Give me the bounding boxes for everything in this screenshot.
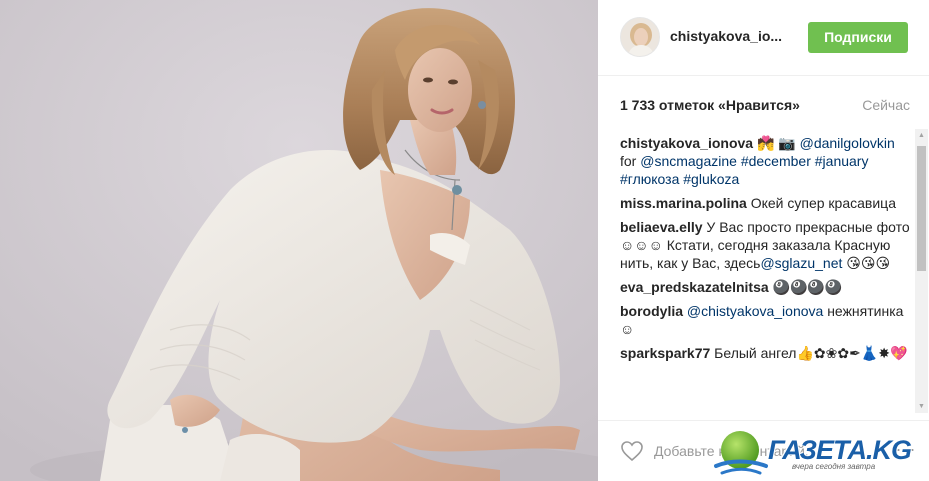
comment-item: beliaeva.elly У Вас просто прекрасные фо…: [620, 218, 910, 272]
comment-link[interactable]: #glukoza: [683, 171, 739, 187]
watermark-globe-icon: [714, 431, 768, 475]
watermark-tagline: вчера сегодня завтра: [792, 462, 876, 471]
likes-row: 1 733 отметок «Нравится» Сейчас: [620, 97, 910, 115]
comment-username[interactable]: borodylia: [620, 303, 683, 319]
avatar-image: [621, 18, 659, 56]
comment-text: 🎱🎱🎱🎱: [768, 279, 843, 295]
comment-username[interactable]: chistyakova_ionova: [620, 135, 753, 151]
username[interactable]: chistyakova_io...: [670, 28, 782, 44]
avatar[interactable]: [620, 17, 660, 57]
comment-link[interactable]: #глюкоза: [620, 171, 679, 187]
comment-item: borodylia @chistyakova_ionova нежнятинка…: [620, 302, 910, 338]
comment-username[interactable]: eva_predskazatelnitsa: [620, 279, 769, 295]
comment-link[interactable]: #december: [741, 153, 811, 169]
comment-text: 💏 📷: [753, 135, 800, 151]
scroll-down-arrow-icon[interactable]: ▼: [915, 400, 928, 413]
follow-button[interactable]: Подписки: [808, 22, 908, 53]
comment-username[interactable]: sparkspark77: [620, 345, 710, 361]
comment-link[interactable]: #january: [815, 153, 869, 169]
comment-text: 😘😘😘: [842, 255, 891, 271]
comment-item: chistyakova_ionova 💏 📷 @danilgolovkin fo…: [620, 134, 910, 188]
post-side-panel: chistyakova_io... Подписки 1 733 отметок…: [598, 0, 929, 481]
heart-icon[interactable]: [620, 439, 644, 463]
post-time[interactable]: Сейчас: [862, 97, 910, 113]
scroll-up-arrow-icon[interactable]: ▲: [915, 129, 928, 142]
comment-link[interactable]: @danilgolovkin: [800, 135, 895, 151]
comment-item: miss.marina.polina Окей супер красавица: [620, 194, 910, 212]
comment-item: sparkspark77 Белый ангел👍✿❀✿✒👗✸💖: [620, 344, 910, 362]
comment-username[interactable]: miss.marina.polina: [620, 195, 747, 211]
likes-count[interactable]: 1 733 отметок «Нравится»: [620, 97, 800, 113]
post-header: chistyakova_io... Подписки: [598, 0, 929, 76]
comment-item: eva_predskazatelnitsa 🎱🎱🎱🎱: [620, 278, 910, 296]
scroll-thumb[interactable]: [917, 146, 926, 271]
comment-text: for: [620, 153, 641, 169]
photo-illustration: [0, 0, 598, 481]
comments-list: chistyakova_ionova 💏 📷 @danilgolovkin fo…: [620, 134, 910, 412]
comments-scrollbar[interactable]: ▲ ▼: [915, 129, 928, 413]
comment-link[interactable]: @sglazu_net: [760, 255, 842, 271]
comment-link[interactable]: @chistyakova_ionova: [687, 303, 823, 319]
comment-link[interactable]: @sncmagazine: [640, 153, 737, 169]
watermark-logo: ГАЗЕТА.KG вчера сегодня завтра: [710, 426, 929, 481]
post-photo[interactable]: [0, 0, 598, 481]
comment-username[interactable]: beliaeva.elly: [620, 219, 703, 235]
comment-text: Белый ангел👍✿❀✿✒👗✸💖: [710, 345, 908, 361]
comment-text: Окей супер красавица: [746, 195, 896, 211]
